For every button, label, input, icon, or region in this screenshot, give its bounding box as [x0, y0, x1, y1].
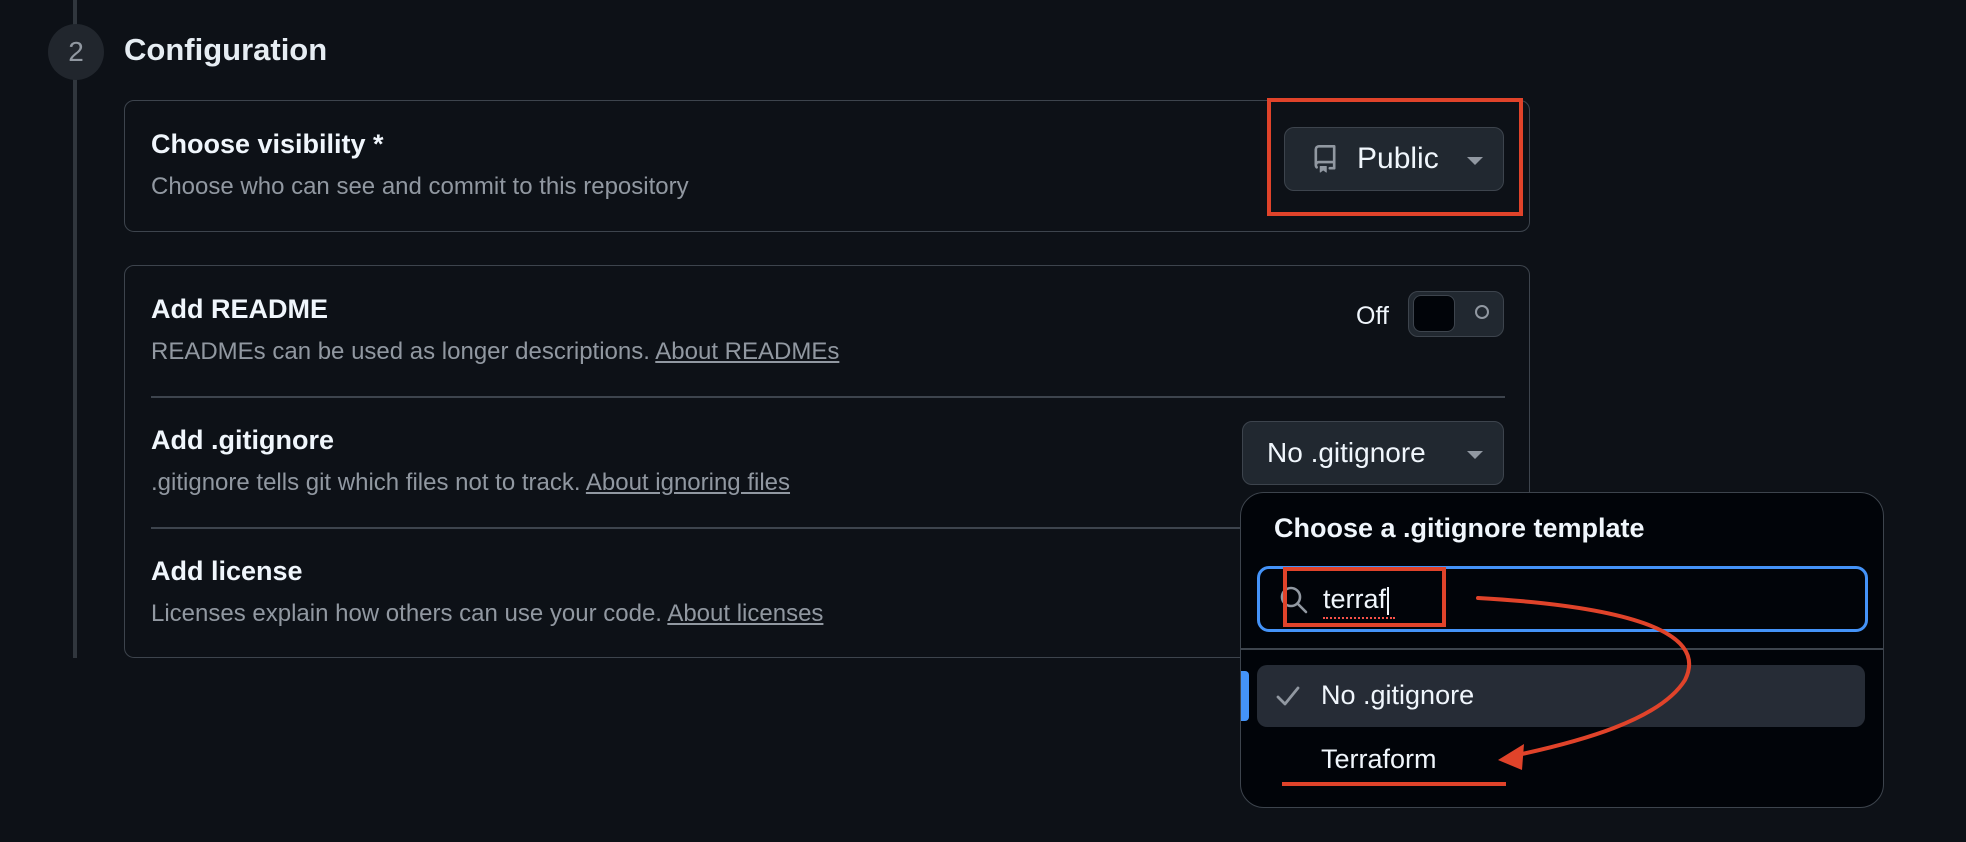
visibility-description: Choose who can see and commit to this re… [151, 173, 689, 200]
toggle-off-icon [1475, 305, 1489, 319]
gitignore-dropdown-button[interactable]: No .gitignore [1242, 421, 1504, 485]
annotation-box-search [1283, 567, 1446, 627]
active-item-indicator [1241, 671, 1249, 721]
timeline-line [73, 0, 77, 658]
annotation-underline-terraform [1282, 782, 1506, 786]
readme-toggle-state: Off [1356, 302, 1389, 330]
gitignore-title: Add .gitignore [151, 425, 334, 455]
divider [151, 396, 1505, 398]
section-title: Configuration [124, 32, 328, 67]
popover-title: Choose a .gitignore template [1274, 513, 1645, 543]
gitignore-template-popover: Choose a .gitignore template terraf No .… [1240, 492, 1884, 808]
license-description: Licenses explain how others can use your… [151, 600, 824, 627]
divider [1241, 648, 1883, 650]
license-title: Add license [151, 556, 303, 586]
check-icon [1274, 682, 1302, 717]
about-licenses-link[interactable]: About licenses [667, 600, 823, 627]
option-label: Terraform [1321, 744, 1437, 774]
toggle-knob [1413, 295, 1455, 332]
readme-description: READMEs can be used as longer descriptio… [151, 338, 840, 365]
option-label: No .gitignore [1321, 680, 1475, 710]
step-number-badge: 2 [48, 24, 104, 80]
readme-title: Add README [151, 294, 328, 324]
readme-toggle[interactable] [1408, 291, 1504, 337]
annotation-box-visibility [1267, 98, 1523, 216]
gitignore-button-label: No .gitignore [1267, 437, 1426, 468]
triangle-down-icon [1467, 451, 1483, 459]
about-ignoring-files-link[interactable]: About ignoring files [586, 469, 790, 496]
option-no-gitignore[interactable]: No .gitignore [1257, 665, 1865, 727]
about-readmes-link[interactable]: About READMEs [655, 338, 839, 365]
gitignore-description: .gitignore tells git which files not to … [151, 469, 791, 496]
visibility-title: Choose visibility * [151, 129, 384, 159]
